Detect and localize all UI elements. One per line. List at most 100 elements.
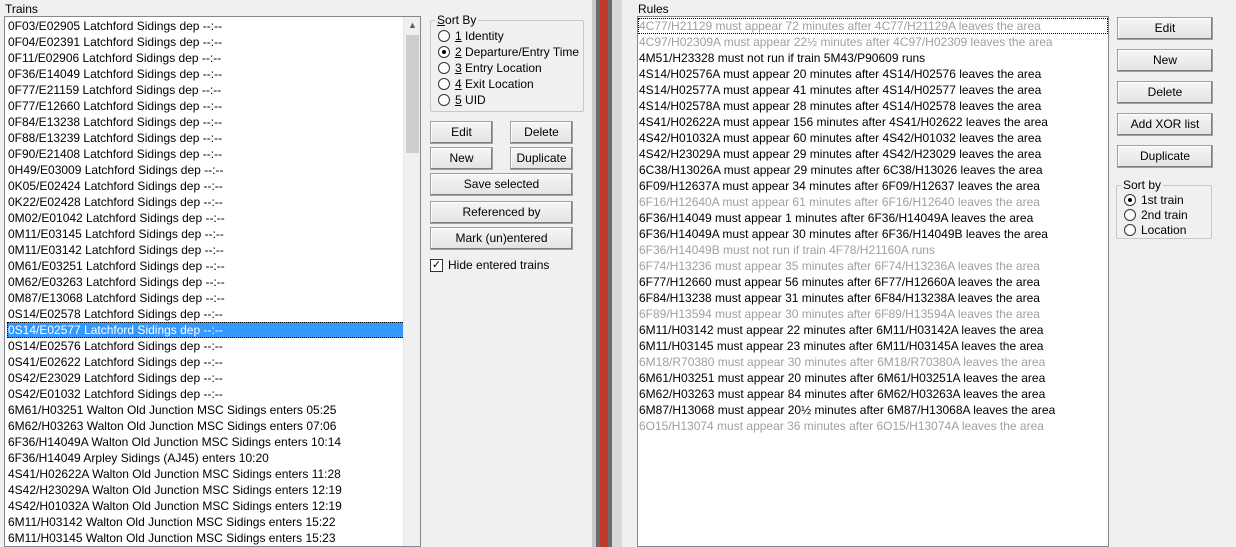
duplicate-rule-button[interactable]: Duplicate (1117, 145, 1213, 168)
splitter-edge-right (612, 0, 622, 547)
radio-button-icon[interactable] (438, 46, 450, 58)
rule-list-item[interactable]: 4C77/H21129 must appear 72 minutes after… (638, 18, 1108, 34)
rule-list-item[interactable]: 6F36/H14049 must appear 1 minutes after … (638, 210, 1108, 226)
train-list-item[interactable]: 0M62/E03263 Latchford Sidings dep --:-- (7, 274, 405, 290)
referenced-by-button[interactable]: Referenced by (430, 201, 573, 224)
rule-list-item[interactable]: 6F77/H12660 must appear 56 minutes after… (638, 274, 1108, 290)
rule-sort-title: Sort by (1121, 178, 1164, 192)
train-list-item[interactable]: 0M02/E01042 Latchford Sidings dep --:-- (7, 210, 405, 226)
rule-list-item[interactable]: 4S42/H01032A must appear 60 minutes afte… (638, 130, 1108, 146)
edit-rule-button[interactable]: Edit (1117, 17, 1213, 40)
rule-sort-option-label: 2nd train (1141, 208, 1188, 222)
train-list-item[interactable]: 0F77/E21159 Latchford Sidings dep --:-- (7, 82, 405, 98)
rule-list-item[interactable]: 6O15/H13074 must appear 36 minutes after… (638, 418, 1108, 434)
splitter-red-band (600, 0, 608, 547)
radio-button-icon[interactable] (438, 62, 450, 74)
train-list-item[interactable]: 0M61/E03251 Latchford Sidings dep --:-- (7, 258, 405, 274)
rule-list-item[interactable]: 4S14/H02576A must appear 20 minutes afte… (638, 66, 1108, 82)
add-xor-list-button[interactable]: Add XOR list (1117, 113, 1213, 136)
radio-button-icon[interactable] (1124, 209, 1136, 221)
rule-list-item[interactable]: 6F84/H13238 must appear 31 minutes after… (638, 290, 1108, 306)
train-list-item[interactable]: 6M62/H03263 Walton Old Junction MSC Sidi… (7, 418, 405, 434)
rule-list-item[interactable]: 6F09/H12637A must appear 34 minutes afte… (638, 178, 1108, 194)
train-list-item[interactable]: 0K05/E02424 Latchford Sidings dep --:-- (7, 178, 405, 194)
rule-sort-option-2[interactable]: 2nd train (1124, 207, 1188, 223)
trains-label: Trains (5, 2, 38, 16)
rule-list-item[interactable]: 6M61/H03251 must appear 20 minutes after… (638, 370, 1108, 386)
rule-list-item[interactable]: 4C97/H02309A must appear 22½ minutes aft… (638, 34, 1108, 50)
new-train-button[interactable]: New (430, 147, 493, 170)
train-list-item[interactable]: 0F04/E02391 Latchford Sidings dep --:-- (7, 34, 405, 50)
train-list-item[interactable]: 0S14/E02578 Latchford Sidings dep --:-- (7, 306, 405, 322)
rule-list-item[interactable]: 6M62/H03263 must appear 84 minutes after… (638, 386, 1108, 402)
mark-unentered-button[interactable]: Mark (un)entered (430, 227, 573, 250)
train-list-item[interactable]: 0S42/E01032 Latchford Sidings dep --:-- (7, 386, 405, 402)
radio-button-icon[interactable] (438, 30, 450, 42)
train-list-item[interactable]: 0F90/E21408 Latchford Sidings dep --:-- (7, 146, 405, 162)
rule-list-item[interactable]: 6F16/H12640A must appear 61 minutes afte… (638, 194, 1108, 210)
train-list-item[interactable]: 0F77/E12660 Latchford Sidings dep --:-- (7, 98, 405, 114)
train-list-item[interactable]: 0M87/E13068 Latchford Sidings dep --:-- (7, 290, 405, 306)
rule-list-item[interactable]: 6M18/R70380 must appear 30 minutes after… (638, 354, 1108, 370)
save-selected-button[interactable]: Save selected (430, 173, 573, 196)
delete-train-button[interactable]: Delete (510, 121, 573, 144)
rule-list-item[interactable]: 4S42/H23029A must appear 29 minutes afte… (638, 146, 1108, 162)
rule-list-item[interactable]: 6M11/H03142 must appear 22 minutes after… (638, 322, 1108, 338)
delete-rule-button[interactable]: Delete (1117, 81, 1213, 104)
rules-listbox[interactable]: 4C77/H21129 must appear 72 minutes after… (637, 16, 1109, 547)
train-list-item[interactable]: 0H49/E03009 Latchford Sidings dep --:-- (7, 162, 405, 178)
train-list-item[interactable]: 4S42/H01032A Walton Old Junction MSC Sid… (7, 498, 405, 514)
train-list-item[interactable]: 6M11/H03145 Walton Old Junction MSC Sidi… (7, 530, 405, 546)
train-list-item[interactable]: 0F36/E14049 Latchford Sidings dep --:-- (7, 66, 405, 82)
rule-list-item[interactable]: 4M51/H23328 must not run if train 5M43/P… (638, 50, 1108, 66)
rule-list-item[interactable]: 6F74/H13236 must appear 35 minutes after… (638, 258, 1108, 274)
train-list-item[interactable]: 6M61/H03251 Walton Old Junction MSC Sidi… (7, 402, 405, 418)
edit-train-button[interactable]: Edit (430, 121, 493, 144)
rule-sort-option-3[interactable]: Location (1124, 222, 1186, 238)
rule-list-item[interactable]: 6F36/H14049B must not run if train 4F78/… (638, 242, 1108, 258)
train-list-item[interactable]: 0M11/E03145 Latchford Sidings dep --:-- (7, 226, 405, 242)
rule-list-item[interactable]: 4S41/H02622A must appear 156 minutes aft… (638, 114, 1108, 130)
panel-splitter[interactable] (592, 0, 622, 547)
train-list-item[interactable]: 6F36/H14049 Arpley Sidings (AJ45) enters… (7, 450, 405, 466)
train-list-item[interactable]: 6F36/H14049A Walton Old Junction MSC Sid… (7, 434, 405, 450)
sort-option-3[interactable]: 3 Entry Location (438, 60, 542, 76)
train-list-item[interactable]: 0S41/E02622 Latchford Sidings dep --:-- (7, 354, 405, 370)
radio-button-icon[interactable] (438, 94, 450, 106)
train-list-item[interactable]: 0F03/E02905 Latchford Sidings dep --:-- (7, 18, 405, 34)
trains-scrollbar[interactable]: ▲ (403, 17, 420, 546)
sort-option-label: Departure/Entry Time (461, 45, 580, 59)
train-list-item[interactable]: 0K22/E02428 Latchford Sidings dep --:-- (7, 194, 405, 210)
sort-option-4[interactable]: 4 Exit Location (438, 76, 534, 92)
train-list-item[interactable]: 0S42/E23029 Latchford Sidings dep --:-- (7, 370, 405, 386)
new-rule-button[interactable]: New (1117, 49, 1213, 72)
rule-list-item[interactable]: 4S14/H02577A must appear 41 minutes afte… (638, 82, 1108, 98)
train-list-item[interactable]: 4S42/H23029A Walton Old Junction MSC Sid… (7, 482, 405, 498)
duplicate-train-button[interactable]: Duplicate (510, 147, 573, 170)
rule-list-item[interactable]: 6C38/H13026A must appear 29 minutes afte… (638, 162, 1108, 178)
train-list-item[interactable]: 0S14/E02576 Latchford Sidings dep --:-- (7, 338, 405, 354)
radio-button-icon[interactable] (438, 78, 450, 90)
scroll-up-arrow-icon[interactable]: ▲ (404, 17, 420, 34)
sort-option-2[interactable]: 2 Departure/Entry Time (438, 44, 579, 60)
train-list-item[interactable]: 6M11/H03142 Walton Old Junction MSC Sidi… (7, 514, 405, 530)
radio-button-icon[interactable] (1124, 194, 1136, 206)
hide-entered-checkbox[interactable]: ✓ (430, 259, 443, 272)
train-list-item[interactable]: 0F11/E02906 Latchford Sidings dep --:-- (7, 50, 405, 66)
train-list-item[interactable]: 0F88/E13239 Latchford Sidings dep --:-- (7, 130, 405, 146)
train-list-item[interactable]: 0F84/E13238 Latchford Sidings dep --:-- (7, 114, 405, 130)
rule-list-item[interactable]: 6M87/H13068 must appear 20½ minutes afte… (638, 402, 1108, 418)
radio-button-icon[interactable] (1124, 224, 1136, 236)
rule-list-item[interactable]: 6F89/H13594 must appear 30 minutes after… (638, 306, 1108, 322)
trains-listbox[interactable]: 0F03/E02905 Latchford Sidings dep --:-- 0… (4, 16, 421, 547)
rule-list-item[interactable]: 4S14/H02578A must appear 28 minutes afte… (638, 98, 1108, 114)
sort-option-1[interactable]: 1 Identity (438, 28, 504, 44)
train-list-item[interactable]: 0S14/E02577 Latchford Sidings dep --:-- (7, 322, 405, 338)
rule-sort-option-1[interactable]: 1st train (1124, 192, 1184, 208)
scrollbar-thumb[interactable] (406, 35, 419, 153)
rule-list-item[interactable]: 6F36/H14049A must appear 30 minutes afte… (638, 226, 1108, 242)
rule-list-item[interactable]: 6M11/H03145 must appear 23 minutes after… (638, 338, 1108, 354)
sort-option-5[interactable]: 5 UID (438, 92, 486, 108)
train-list-item[interactable]: 4S41/H02622A Walton Old Junction MSC Sid… (7, 466, 405, 482)
train-list-item[interactable]: 0M11/E03142 Latchford Sidings dep --:-- (7, 242, 405, 258)
